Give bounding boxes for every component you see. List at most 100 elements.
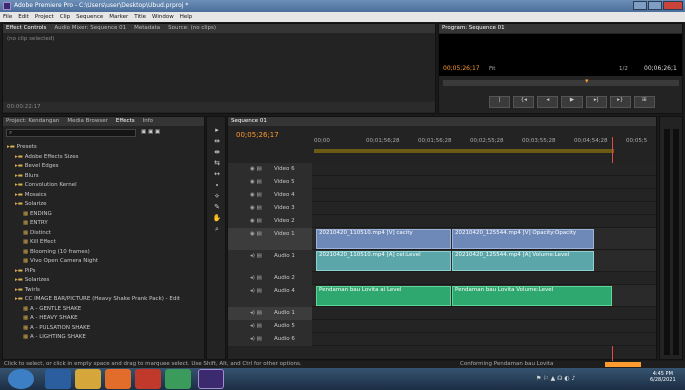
effect-folder[interactable]: ▸▬ Presets (7, 143, 202, 153)
eye-icon[interactable]: ◉ ▤ (250, 166, 262, 172)
track-row[interactable]: ◉ ▤ Video 6 (228, 163, 656, 176)
track-header[interactable]: ◂) ▤ Audio 2 (228, 272, 312, 285)
sequence-timecode[interactable]: 00;05;26;17 (236, 131, 279, 139)
effect-folder[interactable]: ▸▬ CC IMAGE BAR/PICTURE (Heavy Shake Pra… (7, 295, 202, 305)
menu-marker[interactable]: Marker (109, 14, 128, 20)
effect-item[interactable]: ▦ Vivo Open Camera Night (7, 257, 202, 267)
tab-info[interactable]: Info (143, 118, 153, 124)
timeline-clip[interactable]: 20210420_125544.mp4 [A] Volume:Level (452, 251, 594, 271)
start-button[interactable] (8, 369, 34, 389)
chrome-taskbar-icon[interactable] (165, 369, 191, 389)
track-row[interactable]: ◉ ▤ Video 4 (228, 189, 656, 202)
tab-source[interactable]: Source: (no clips) (168, 25, 216, 31)
effect-folder[interactable]: ▸▬ Solarize (7, 200, 202, 210)
track-header[interactable]: ◉ ▤ Video 2 (228, 215, 312, 228)
tab-effect-controls[interactable]: Effect Controls (6, 25, 46, 31)
play-icon[interactable]: ▶ (561, 96, 583, 108)
tab-effects[interactable]: Effects (116, 118, 135, 124)
menu-sequence[interactable]: Sequence (76, 14, 103, 20)
effect-folder[interactable]: ▸▬ Convolution Kernel (7, 181, 202, 191)
effect-folder[interactable]: ▸▬ PiPs (7, 267, 202, 277)
tab-program[interactable]: Program: Sequence 01 (442, 25, 505, 31)
step-forward-icon[interactable]: ▸} (609, 96, 631, 108)
track-row[interactable]: ◂) ▤ Audio 1 (228, 307, 656, 320)
close-button[interactable] (663, 1, 683, 10)
track-header[interactable]: ◂) ▤ Audio 1 (228, 250, 312, 272)
rewind-icon[interactable]: ◂ (537, 96, 559, 108)
track-row[interactable]: ◉ ▤ Video 5 (228, 176, 656, 189)
resolution-select[interactable]: 1/2 (619, 66, 628, 72)
explorer-taskbar-icon[interactable] (75, 369, 101, 389)
track-header[interactable]: ◂) ▤ Audio 5 (228, 320, 312, 333)
track-header[interactable]: ◂) ▤ Audio 4 (228, 285, 312, 307)
ie-taskbar-icon[interactable] (45, 369, 71, 389)
timeline-clip[interactable]: 20210420_125544.mp4 [V] Opacity:Opacity (452, 229, 594, 249)
playhead-icon[interactable]: ▾ (585, 77, 589, 85)
tab-audio-mixer[interactable]: Audio Mixer: Sequence 01 (54, 25, 126, 31)
effect-folder[interactable]: ▸▬ Mosaics (7, 191, 202, 201)
menu-window[interactable]: Window (152, 14, 174, 20)
forward-icon[interactable]: ▸| (585, 96, 607, 108)
track-row[interactable]: ◂) ▤ Audio 4 Pendaman bau Lovita ai Level P… (228, 285, 656, 307)
speaker-icon[interactable]: ◂) ▤ (250, 288, 262, 294)
tab-metadata[interactable]: Metadata (134, 25, 160, 31)
timeline-clip[interactable]: 20210420_110510.mp4 [V] cacity (316, 229, 451, 249)
effect-item[interactable]: ▦ Blooming (10 frames) (7, 248, 202, 258)
effect-item[interactable]: ▦ A - LIGHTING SHAKE (7, 333, 202, 343)
speaker-icon[interactable]: ◂) ▤ (250, 323, 262, 329)
timeline-clip[interactable]: Pendaman bau Lovita ai Level (316, 286, 451, 306)
menu-clip[interactable]: Clip (60, 14, 70, 20)
track-header[interactable]: ◂) ▤ Audio 1 (228, 307, 312, 320)
tab-sequence[interactable]: Sequence 01 (231, 118, 267, 124)
work-area-bar[interactable] (314, 149, 614, 153)
effect-item[interactable]: ▦ A - PULSATION SHAKE (7, 324, 202, 334)
eye-icon[interactable]: ◉ ▤ (250, 231, 262, 237)
premiere-taskbar-icon[interactable] (198, 369, 224, 389)
tab-project[interactable]: Project: Kendangan (6, 118, 59, 124)
effects-search-input[interactable]: ⌕ (6, 129, 136, 137)
speaker-icon[interactable]: ◂) ▤ (250, 275, 262, 281)
track-header[interactable]: ◂) ▤ Audio 6 (228, 333, 312, 346)
app-taskbar-icon[interactable] (135, 369, 161, 389)
eye-icon[interactable]: ◉ ▤ (250, 205, 262, 211)
fit-select[interactable]: Fit (489, 66, 495, 72)
clock[interactable]: 4:45 PM 6/28/2021 (650, 371, 676, 383)
track-row[interactable]: ◂) ▤ Audio 6 (228, 333, 656, 346)
eye-icon[interactable]: ◉ ▤ (250, 179, 262, 185)
effect-item[interactable]: ▦ ENDING (7, 210, 202, 220)
effect-folder[interactable]: ▸▬ Adobe Effects Sizes (7, 153, 202, 163)
effect-item[interactable]: ▦ Kill Effect (7, 238, 202, 248)
effect-folder[interactable]: ▸▬ Twirls (7, 286, 202, 296)
menu-help[interactable]: Help (180, 14, 193, 20)
tool-buttons[interactable]: ▸ ⇹ ⇼ ⇆ ↔ ⬩ ⟡ ✎ ✋ ⌕ (212, 125, 222, 235)
eye-icon[interactable]: ◉ ▤ (250, 192, 262, 198)
tab-media-browser[interactable]: Media Browser (67, 118, 108, 124)
media-taskbar-icon[interactable] (105, 369, 131, 389)
track-header[interactable]: ◉ ▤ Video 4 (228, 189, 312, 202)
track-header[interactable]: ◉ ▤ Video 1 (228, 228, 312, 250)
effect-item[interactable]: ▦ A - HEAVY SHAKE (7, 314, 202, 324)
menu-file[interactable]: File (3, 14, 12, 20)
program-time-ruler[interactable] (443, 80, 679, 86)
effect-folder[interactable]: ▸▬ Solarizes (7, 276, 202, 286)
track-header[interactable]: ◉ ▤ Video 5 (228, 176, 312, 189)
track-row[interactable]: ◂) ▤ Audio 5 (228, 320, 656, 333)
track-row[interactable]: ◂) ▤ Audio 1 20210420_110510.mp4 [A] cel:L… (228, 250, 656, 272)
tray-icons[interactable]: ⚑ ⚐ ▲ ☊ ◐ ♪ (536, 375, 575, 382)
new-bin-icon[interactable]: ▣ ▣ ▣ (141, 129, 160, 135)
speaker-icon[interactable]: ◂) ▤ (250, 336, 262, 342)
export-frame-icon[interactable]: ⊞ (633, 96, 655, 108)
step-back-icon[interactable]: {◂ (513, 96, 535, 108)
effect-folder[interactable]: ▸▬ Bevel Edges (7, 162, 202, 172)
track-header[interactable]: ◉ ▤ Video 6 (228, 163, 312, 176)
effect-item[interactable]: ▦ A - GENTLE SHAKE (7, 305, 202, 315)
speaker-icon[interactable]: ◂) ▤ (250, 253, 262, 259)
track-header[interactable]: ◉ ▤ Video 3 (228, 202, 312, 215)
effect-folder[interactable]: ▸▬ Blurs (7, 172, 202, 182)
effect-item[interactable]: ▦ Distinct (7, 229, 202, 239)
timeline-clip[interactable]: 20210420_110510.mp4 [A] cel:Level (316, 251, 451, 271)
timeline-clip[interactable]: Pendaman bau Lovita Volume:Level (452, 286, 612, 306)
program-timecode[interactable]: 00;05;26;17 (443, 65, 480, 72)
track-row[interactable]: ◂) ▤ Audio 2 (228, 272, 656, 285)
effect-item[interactable]: ▦ ENTRY (7, 219, 202, 229)
